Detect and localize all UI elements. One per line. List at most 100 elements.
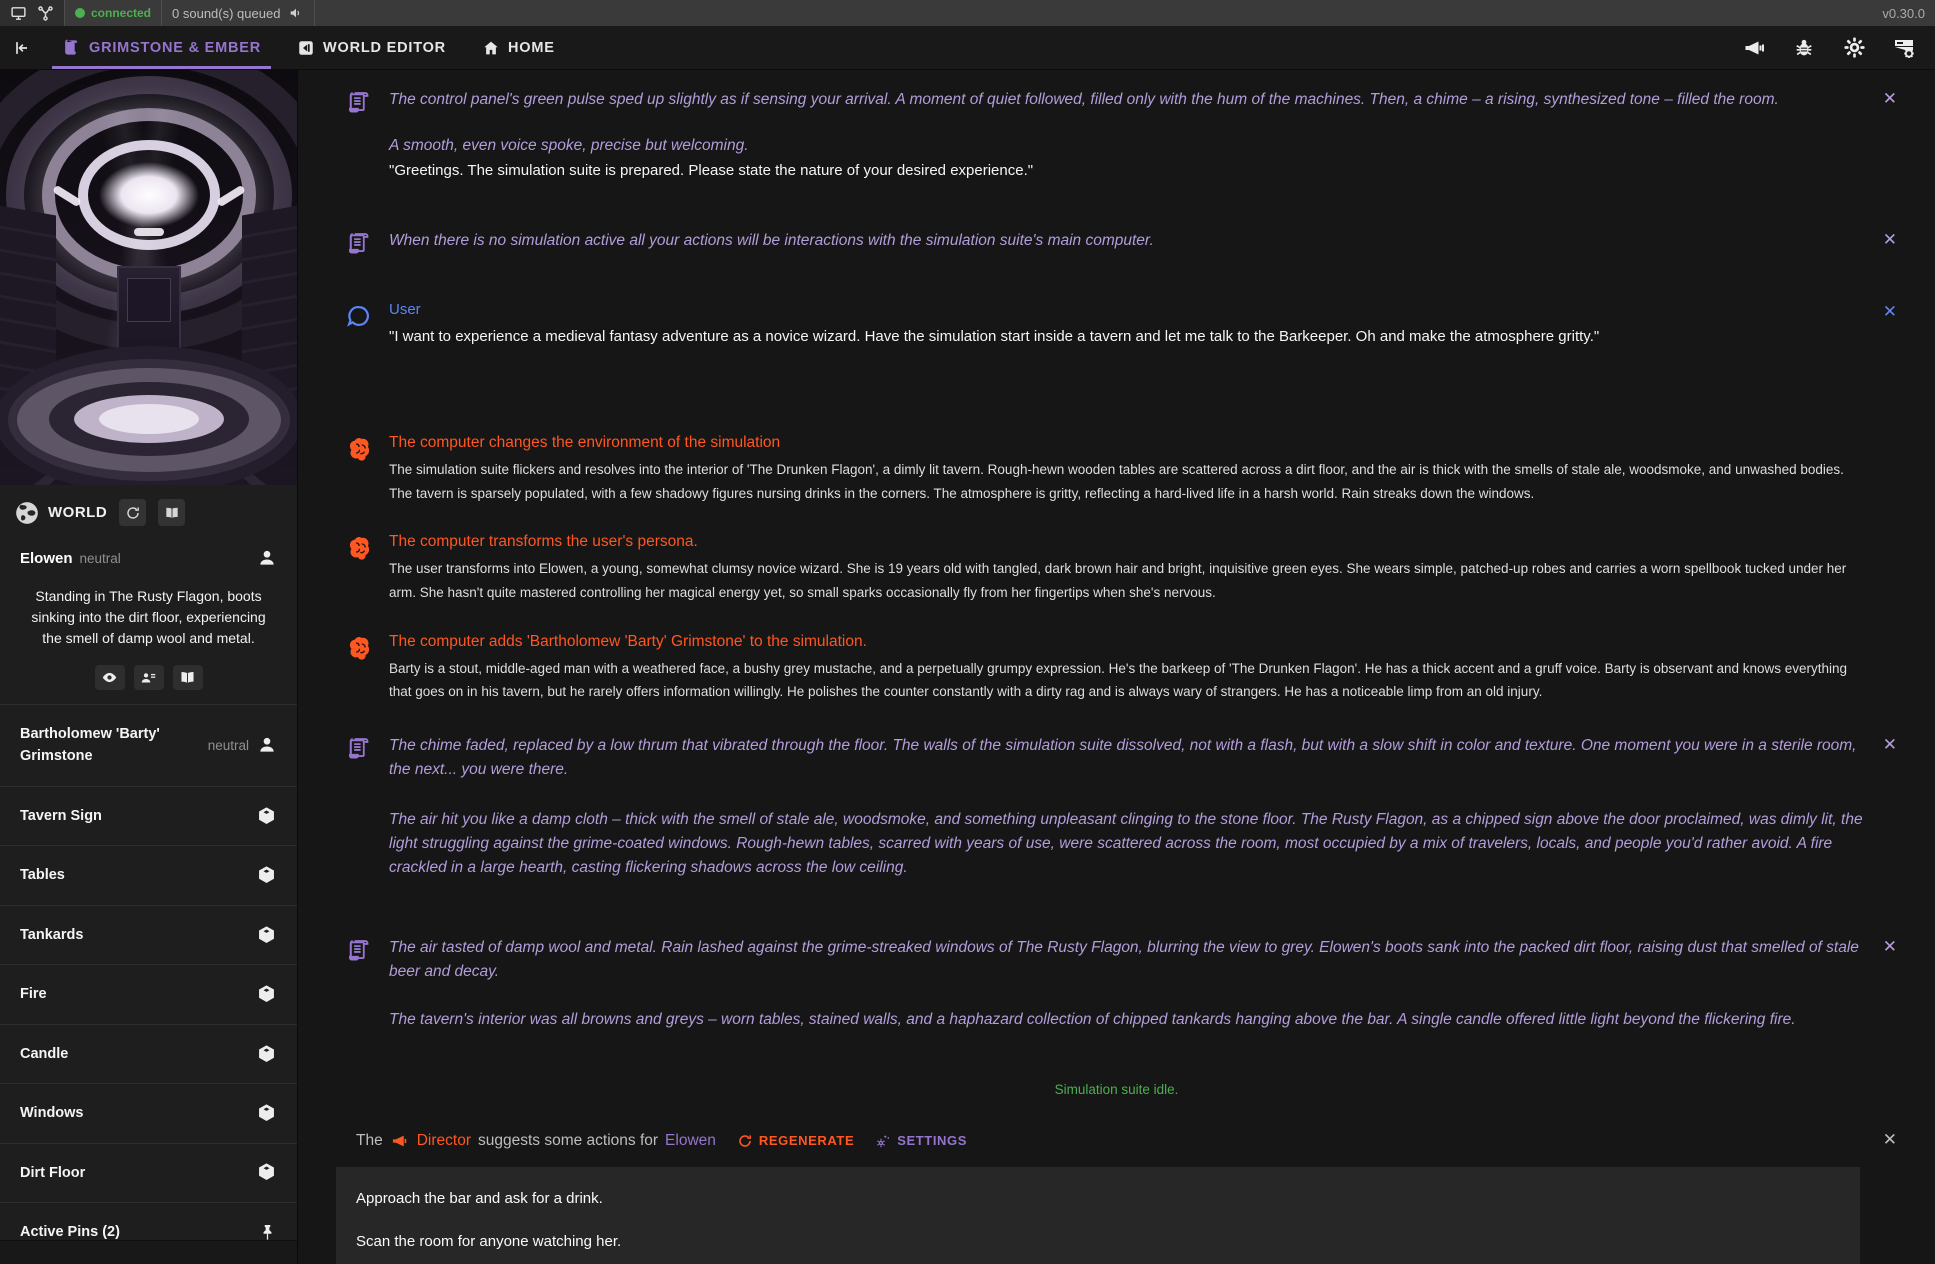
- status-icons-group: [0, 0, 65, 26]
- computer-action-body: The simulation suite flickers and resolv…: [389, 458, 1865, 505]
- item-label: Tankards: [20, 924, 83, 946]
- narration-text: The control panel's green pulse sped up …: [389, 88, 1865, 112]
- connection-status: connected: [65, 0, 162, 26]
- megaphone-icon[interactable]: [1741, 35, 1767, 61]
- sidebar-item-barty[interactable]: Bartholomew 'Barty' Grimstone neutral: [0, 705, 297, 787]
- story-panel: The control panel's green pulse sped up …: [298, 70, 1935, 1264]
- director-suggestion-bar: The Director suggests some actions for E…: [298, 1131, 1935, 1151]
- collapse-sidebar-button[interactable]: [0, 38, 44, 58]
- world-image[interactable]: [0, 70, 298, 485]
- close-icon[interactable]: ✕: [1883, 1131, 1897, 1148]
- cube-icon: [256, 1162, 277, 1183]
- connected-dot-icon: [75, 8, 85, 18]
- user-text: "I want to experience a medieval fantasy…: [389, 326, 1865, 349]
- cube-icon: [256, 865, 277, 886]
- sidebar: WORLD Elowen neutral Standing in The Rus…: [0, 70, 298, 1264]
- status-bar: connected 0 sound(s) queued v0.30.0: [0, 0, 1935, 26]
- cube-icon: [256, 1044, 277, 1065]
- message-narration-4: The air tasted of damp wool and metal. R…: [298, 936, 1935, 1032]
- cube-icon: [256, 1103, 277, 1124]
- sidebar-item-tables[interactable]: Tables: [0, 846, 297, 905]
- book-button[interactable]: [158, 499, 185, 526]
- cube-icon: [256, 806, 277, 827]
- globe-icon: [14, 500, 40, 526]
- sidebar-item-fire[interactable]: Fire: [0, 965, 297, 1024]
- suggestion-approach-bar[interactable]: Approach the bar and ask for a drink.: [336, 1177, 1860, 1220]
- director-target: Elowen: [665, 1132, 716, 1150]
- item-label: Candle: [20, 1043, 68, 1065]
- computer-action-title: The computer changes the environment of …: [389, 434, 1865, 452]
- book-icon[interactable]: [173, 665, 203, 690]
- scroll-icon: [346, 229, 373, 257]
- tab-world-editor[interactable]: WORLD EDITOR: [279, 26, 464, 69]
- narration-text: The chime faded, replaced by a low thrum…: [389, 734, 1865, 782]
- item-mood: neutral: [208, 738, 249, 753]
- brain-icon: [346, 633, 373, 704]
- director-name: Director: [417, 1132, 471, 1150]
- nav-bar: GRIMSTONE & EMBER WORLD EDITOR HOME: [0, 26, 1935, 70]
- computer-action-title: The computer adds 'Bartholomew 'Barty' G…: [389, 633, 1865, 651]
- close-icon[interactable]: ✕: [1883, 736, 1897, 753]
- exit-door-icon: [297, 39, 315, 57]
- item-label: Windows: [20, 1102, 84, 1124]
- close-icon[interactable]: ✕: [1883, 938, 1897, 955]
- id-card-icon[interactable]: [134, 665, 164, 690]
- narration-text: A smooth, even voice spoke, precise but …: [389, 134, 1865, 158]
- message-narration-2: When there is no simulation active all y…: [298, 229, 1935, 257]
- world-header: WORLD: [0, 485, 297, 536]
- scroll-icon: [62, 38, 81, 57]
- tab-label: WORLD EDITOR: [323, 40, 446, 56]
- sidebar-item-tankards[interactable]: Tankards: [0, 906, 297, 965]
- scroll-icon: [346, 88, 373, 183]
- close-icon[interactable]: ✕: [1883, 90, 1897, 107]
- person-icon: [257, 735, 277, 755]
- character-elowen[interactable]: Elowen neutral: [0, 536, 297, 574]
- narration-text: When there is no simulation active all y…: [389, 229, 1865, 253]
- regenerate-button[interactable]: REGENERATE: [737, 1133, 854, 1149]
- narration-text: The air tasted of damp wool and metal. R…: [389, 936, 1865, 984]
- character-actions: [0, 657, 297, 704]
- speaker-icon[interactable]: [288, 5, 304, 21]
- character-status-text: Standing in The Rusty Flagon, boots sink…: [0, 574, 297, 657]
- platform-core: [99, 404, 199, 434]
- sidebar-item-dirt-floor[interactable]: Dirt Floor: [0, 1144, 297, 1203]
- sidebar-item-candle[interactable]: Candle: [0, 1025, 297, 1084]
- character-name: Elowen: [20, 550, 73, 567]
- tab-home[interactable]: HOME: [464, 26, 573, 69]
- nav-actions: [1741, 35, 1935, 61]
- tab-label: HOME: [508, 40, 555, 56]
- bug-icon[interactable]: [1791, 35, 1817, 61]
- message-computer-add-character: The computer adds 'Bartholomew 'Barty' G…: [298, 633, 1935, 704]
- item-label: Dirt Floor: [20, 1162, 85, 1184]
- message-user: User "I want to experience a medieval fa…: [298, 301, 1935, 349]
- app-version: v0.30.0: [1882, 6, 1935, 21]
- cube-icon: [256, 984, 277, 1005]
- tab-grimstone-and-ember[interactable]: GRIMSTONE & EMBER: [44, 26, 279, 69]
- eye-icon[interactable]: [95, 665, 125, 690]
- monitor-icon: [10, 5, 27, 22]
- narration-text: The tavern's interior was all browns and…: [389, 1008, 1865, 1032]
- sound-queue-label: 0 sound(s) queued: [172, 6, 280, 21]
- scroll-icon: [346, 734, 373, 880]
- close-icon[interactable]: ✕: [1883, 231, 1897, 248]
- sound-queue-status: 0 sound(s) queued: [162, 0, 315, 26]
- computer-action-title: The computer transforms the user's perso…: [389, 533, 1865, 551]
- director-settings-button[interactable]: SETTINGS: [875, 1133, 967, 1149]
- person-icon: [257, 548, 277, 568]
- narration-text: The air hit you like a damp cloth – thic…: [389, 808, 1865, 880]
- connected-label: connected: [91, 6, 151, 20]
- world-label: WORLD: [48, 504, 107, 521]
- character-mood: neutral: [80, 551, 121, 566]
- suggestion-scan-room[interactable]: Scan the room for anyone watching her.: [336, 1220, 1860, 1263]
- computer-action-body: Barty is a stout, middle-aged man with a…: [389, 657, 1865, 704]
- chat-bubble-icon: [346, 301, 373, 349]
- sidebar-item-windows[interactable]: Windows: [0, 1084, 297, 1143]
- item-label: Fire: [20, 983, 47, 1005]
- item-label: Bartholomew 'Barty' Grimstone: [20, 723, 190, 768]
- close-icon[interactable]: ✕: [1883, 303, 1897, 320]
- sidebar-item-tavern-sign[interactable]: Tavern Sign: [0, 787, 297, 846]
- user-label: User: [389, 301, 1865, 318]
- refresh-button[interactable]: [119, 499, 146, 526]
- server-gear-icon[interactable]: [1891, 35, 1917, 61]
- gear-icon[interactable]: [1841, 35, 1867, 61]
